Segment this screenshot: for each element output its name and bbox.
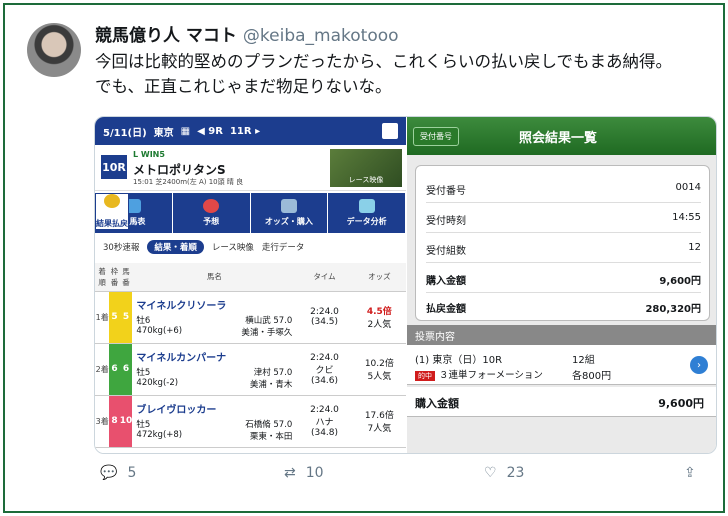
race-info: 10R L WIN5 メトロポリタンS 15:01 芝2400m(左 A) 10… [95, 145, 406, 191]
table-row[interactable]: 3着 8 10 ブレイヴロッカー 牡5 石橋脩 57.0 472kg(+8) 栗東・… [95, 395, 406, 448]
result-tabs: 30秒速報 結果・着順 レース映像 走行データ [95, 237, 406, 257]
nav-predict[interactable]: 予想 [172, 193, 251, 233]
avatar[interactable] [27, 23, 81, 77]
coins-icon [104, 194, 120, 208]
payout-summary: 受付番号 0014 受付時刻 14:55 受付組数 12 購入金額 9,600円 払戻金… [415, 165, 710, 321]
summary-row: 受付番号 0014 [426, 182, 701, 203]
share-button[interactable]: ⇪ [684, 465, 696, 481]
tab-running-data[interactable]: 走行データ [262, 241, 305, 253]
reply-button[interactable]: 💬 5 [100, 465, 136, 481]
col-waku: 枠番 [109, 263, 120, 292]
retweet-icon: ⇄ [284, 465, 296, 481]
back-button[interactable]: 受付番号 [413, 127, 459, 146]
race-name: メトロポリタンS [133, 163, 226, 177]
race-video-thumbnail[interactable]: レース映像 [330, 149, 402, 187]
chevron-right-icon[interactable]: › [690, 356, 708, 374]
tweet-header: 競馬億り人 マコト @keiba_makotooo [95, 21, 399, 46]
summary-row: 購入金額 9,600円 [426, 272, 701, 293]
tweet-text: 今回は比較的堅めのプランだったから、これくらいの払い戻しでもまあ納得。 でも、正… [95, 49, 715, 99]
result-table: 着順 枠番 馬番 馬名 タイム オッズ 1着 5 5 マイネルクリソーラ 牡6 横… [95, 263, 406, 448]
tab-video[interactable]: レース映像 [212, 241, 254, 253]
payout-title: 照会結果一覧 [519, 131, 598, 146]
hit-badge: 的中 [415, 371, 435, 381]
horse-name[interactable]: マイネルクリソーラ [136, 297, 296, 312]
race-number: 10R [101, 155, 127, 179]
win5-badge: L WIN5 [133, 150, 165, 159]
summary-row: 払戻金額 280,320円 [426, 304, 701, 315]
table-row[interactable]: 1着 5 5 マイネルクリソーラ 牡6 横山武 57.0 470kg(+6) 美浦・… [95, 291, 406, 344]
tweet-text-line: でも、正直これじゃまだ物足りないな。 [95, 77, 392, 96]
prev-race[interactable]: ◀ 9R [197, 126, 223, 137]
odds-icon [280, 199, 297, 213]
horse-name[interactable]: マイネルカンパーナ [136, 349, 296, 364]
tweet-card: 競馬億り人 マコト @keiba_makotooo 今回は比較的堅めのプランだった… [3, 3, 725, 513]
grid-menu-icon[interactable] [382, 123, 398, 139]
nav-result[interactable]: 結果払戻 [95, 193, 129, 230]
race-result-screenshot: 5/11(日) 東京 ▦ ◀ 9R 11R ▸ 10R L WIN5 メトロポリ… [95, 117, 406, 453]
summary-row: 受付時刻 14:55 [426, 212, 701, 233]
handle[interactable]: @keiba_makotooo [243, 26, 399, 46]
retweet-button[interactable]: ⇄ 10 [284, 465, 324, 481]
display-name[interactable]: 競馬億り人 マコト [95, 26, 237, 46]
ticket-row[interactable]: (1) 東京（日）10R 12組 的中 ３連単フォーメーション 各800円 › [407, 345, 716, 385]
race-nav-icons: 出馬表 予想 オッズ・購入 データ分析 結果払戻 [95, 193, 406, 233]
tab-result[interactable]: 結果・着順 [147, 240, 204, 254]
table-row[interactable]: 2着 6 6 マイネルカンパーナ 牡5 津村 57.0 420kg(-2) 美浦・青… [95, 343, 406, 396]
payout-screenshot: 受付番号 照会結果一覧 受付番号 0014 受付時刻 14:55 受付組数 12 購入… [407, 117, 716, 453]
calendar-icon[interactable]: ▦ [181, 126, 190, 137]
tweet-text-line: 今回は比較的堅めのプランだったから、これくらいの払い戻しでもまあ納得。 [95, 52, 673, 71]
payout-header: 受付番号 照会結果一覧 [407, 117, 716, 155]
nav-odds[interactable]: オッズ・購入 [250, 193, 329, 233]
horse-name[interactable]: ブレイヴロッカー [136, 401, 296, 416]
tab-quick[interactable]: 30秒速報 [103, 241, 139, 253]
next-race[interactable]: 11R ▸ [230, 126, 260, 137]
col-horse: 馬名 [132, 263, 297, 292]
like-button[interactable]: ♡ 23 [484, 465, 524, 481]
heart-icon: ♡ [484, 465, 497, 481]
col-time: タイム [296, 263, 353, 292]
race-date[interactable]: 5/11(日) [103, 124, 147, 139]
analysis-icon [358, 199, 375, 213]
summary-row: 受付組数 12 [426, 242, 701, 263]
ticket-header: 投票内容 [407, 325, 716, 345]
tweet-actions: 💬 5 ⇄ 10 ♡ 23 ⇪ [94, 465, 714, 489]
race-topbar: 5/11(日) 東京 ▦ ◀ 9R 11R ▸ [95, 117, 406, 145]
col-uma: 馬番 [119, 263, 133, 292]
target-icon [203, 199, 220, 213]
race-conditions: 15:01 芝2400m(左 A) 10頭 晴 良 [133, 178, 244, 186]
col-odds: オッズ [352, 263, 406, 292]
video-label: レース映像 [348, 176, 384, 184]
total-row: 購入金額 9,600円 [407, 387, 716, 417]
venue-select[interactable]: 東京 [154, 124, 174, 139]
share-icon: ⇪ [684, 465, 696, 481]
tweet-media[interactable]: 5/11(日) 東京 ▦ ◀ 9R 11R ▸ 10R L WIN5 メトロポリ… [94, 116, 717, 454]
nav-data[interactable]: データ分析 [328, 193, 406, 233]
col-finish: 着順 [95, 263, 110, 292]
reply-icon: 💬 [100, 465, 118, 481]
